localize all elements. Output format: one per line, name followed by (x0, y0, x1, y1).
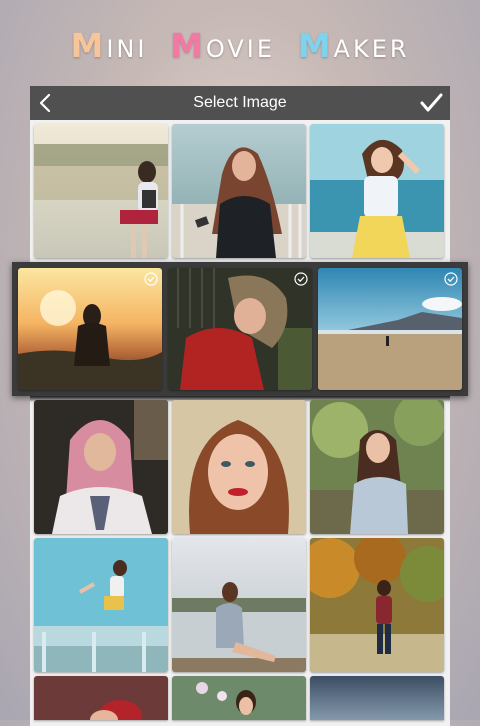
gallery-image-13[interactable] (34, 676, 168, 720)
selected-check-icon (144, 272, 158, 286)
app-title-word-2: MOVIE (170, 26, 276, 65)
photo-girl-yellow-skirt-beach (310, 124, 444, 258)
selected-image-2[interactable] (168, 268, 312, 390)
gallery-image-10[interactable] (34, 538, 168, 672)
gallery-image-11[interactable] (172, 538, 306, 672)
gallery-image-7[interactable] (34, 400, 168, 534)
photo-woman-sitting-pier (172, 538, 306, 672)
gallery-image-15[interactable] (310, 676, 444, 720)
photo-woman-autumn-woods (310, 538, 444, 672)
checkmark-icon (420, 93, 443, 112)
back-button[interactable] (30, 86, 64, 120)
gallery-image-9[interactable] (310, 400, 444, 534)
app-title-word-3: MAKER (297, 26, 410, 65)
gallery-image-12[interactable] (310, 538, 444, 672)
gallery-image-3[interactable] (310, 124, 444, 258)
selected-image-1[interactable] (18, 268, 162, 390)
photo-girl-jumping-sea (34, 538, 168, 672)
app-title: MINI MOVIE MAKER (0, 26, 480, 65)
photo-woman-park-smiling (310, 400, 444, 534)
photo-girl-backpack-lake (34, 124, 168, 258)
gallery-image-14[interactable] (172, 676, 306, 720)
photo-sea-dusk (310, 676, 444, 720)
photo-woman-red-flowers (34, 676, 168, 720)
photo-woman-red-lips (172, 400, 306, 534)
photo-woman-among-flowers (172, 676, 306, 720)
selected-image-3[interactable] (318, 268, 462, 390)
photo-woman-phone-sea (172, 124, 306, 258)
done-button[interactable] (414, 86, 450, 120)
photo-silhouette-sunset (18, 268, 162, 390)
gallery-image-8[interactable] (172, 400, 306, 534)
chevron-left-icon (39, 93, 51, 113)
photo-woman-pink-hijab (34, 400, 168, 534)
gallery-image-2[interactable] (172, 124, 306, 258)
gallery-image-1[interactable] (34, 124, 168, 258)
toolbar: Select Image (30, 86, 450, 120)
page-title: Select Image (193, 94, 287, 111)
selected-check-icon (294, 272, 308, 286)
photo-person-walking-beach (318, 268, 462, 390)
app-title-word-1: MINI (70, 26, 148, 65)
photo-woman-red-top-glasses (168, 268, 312, 390)
selected-check-icon (444, 272, 458, 286)
